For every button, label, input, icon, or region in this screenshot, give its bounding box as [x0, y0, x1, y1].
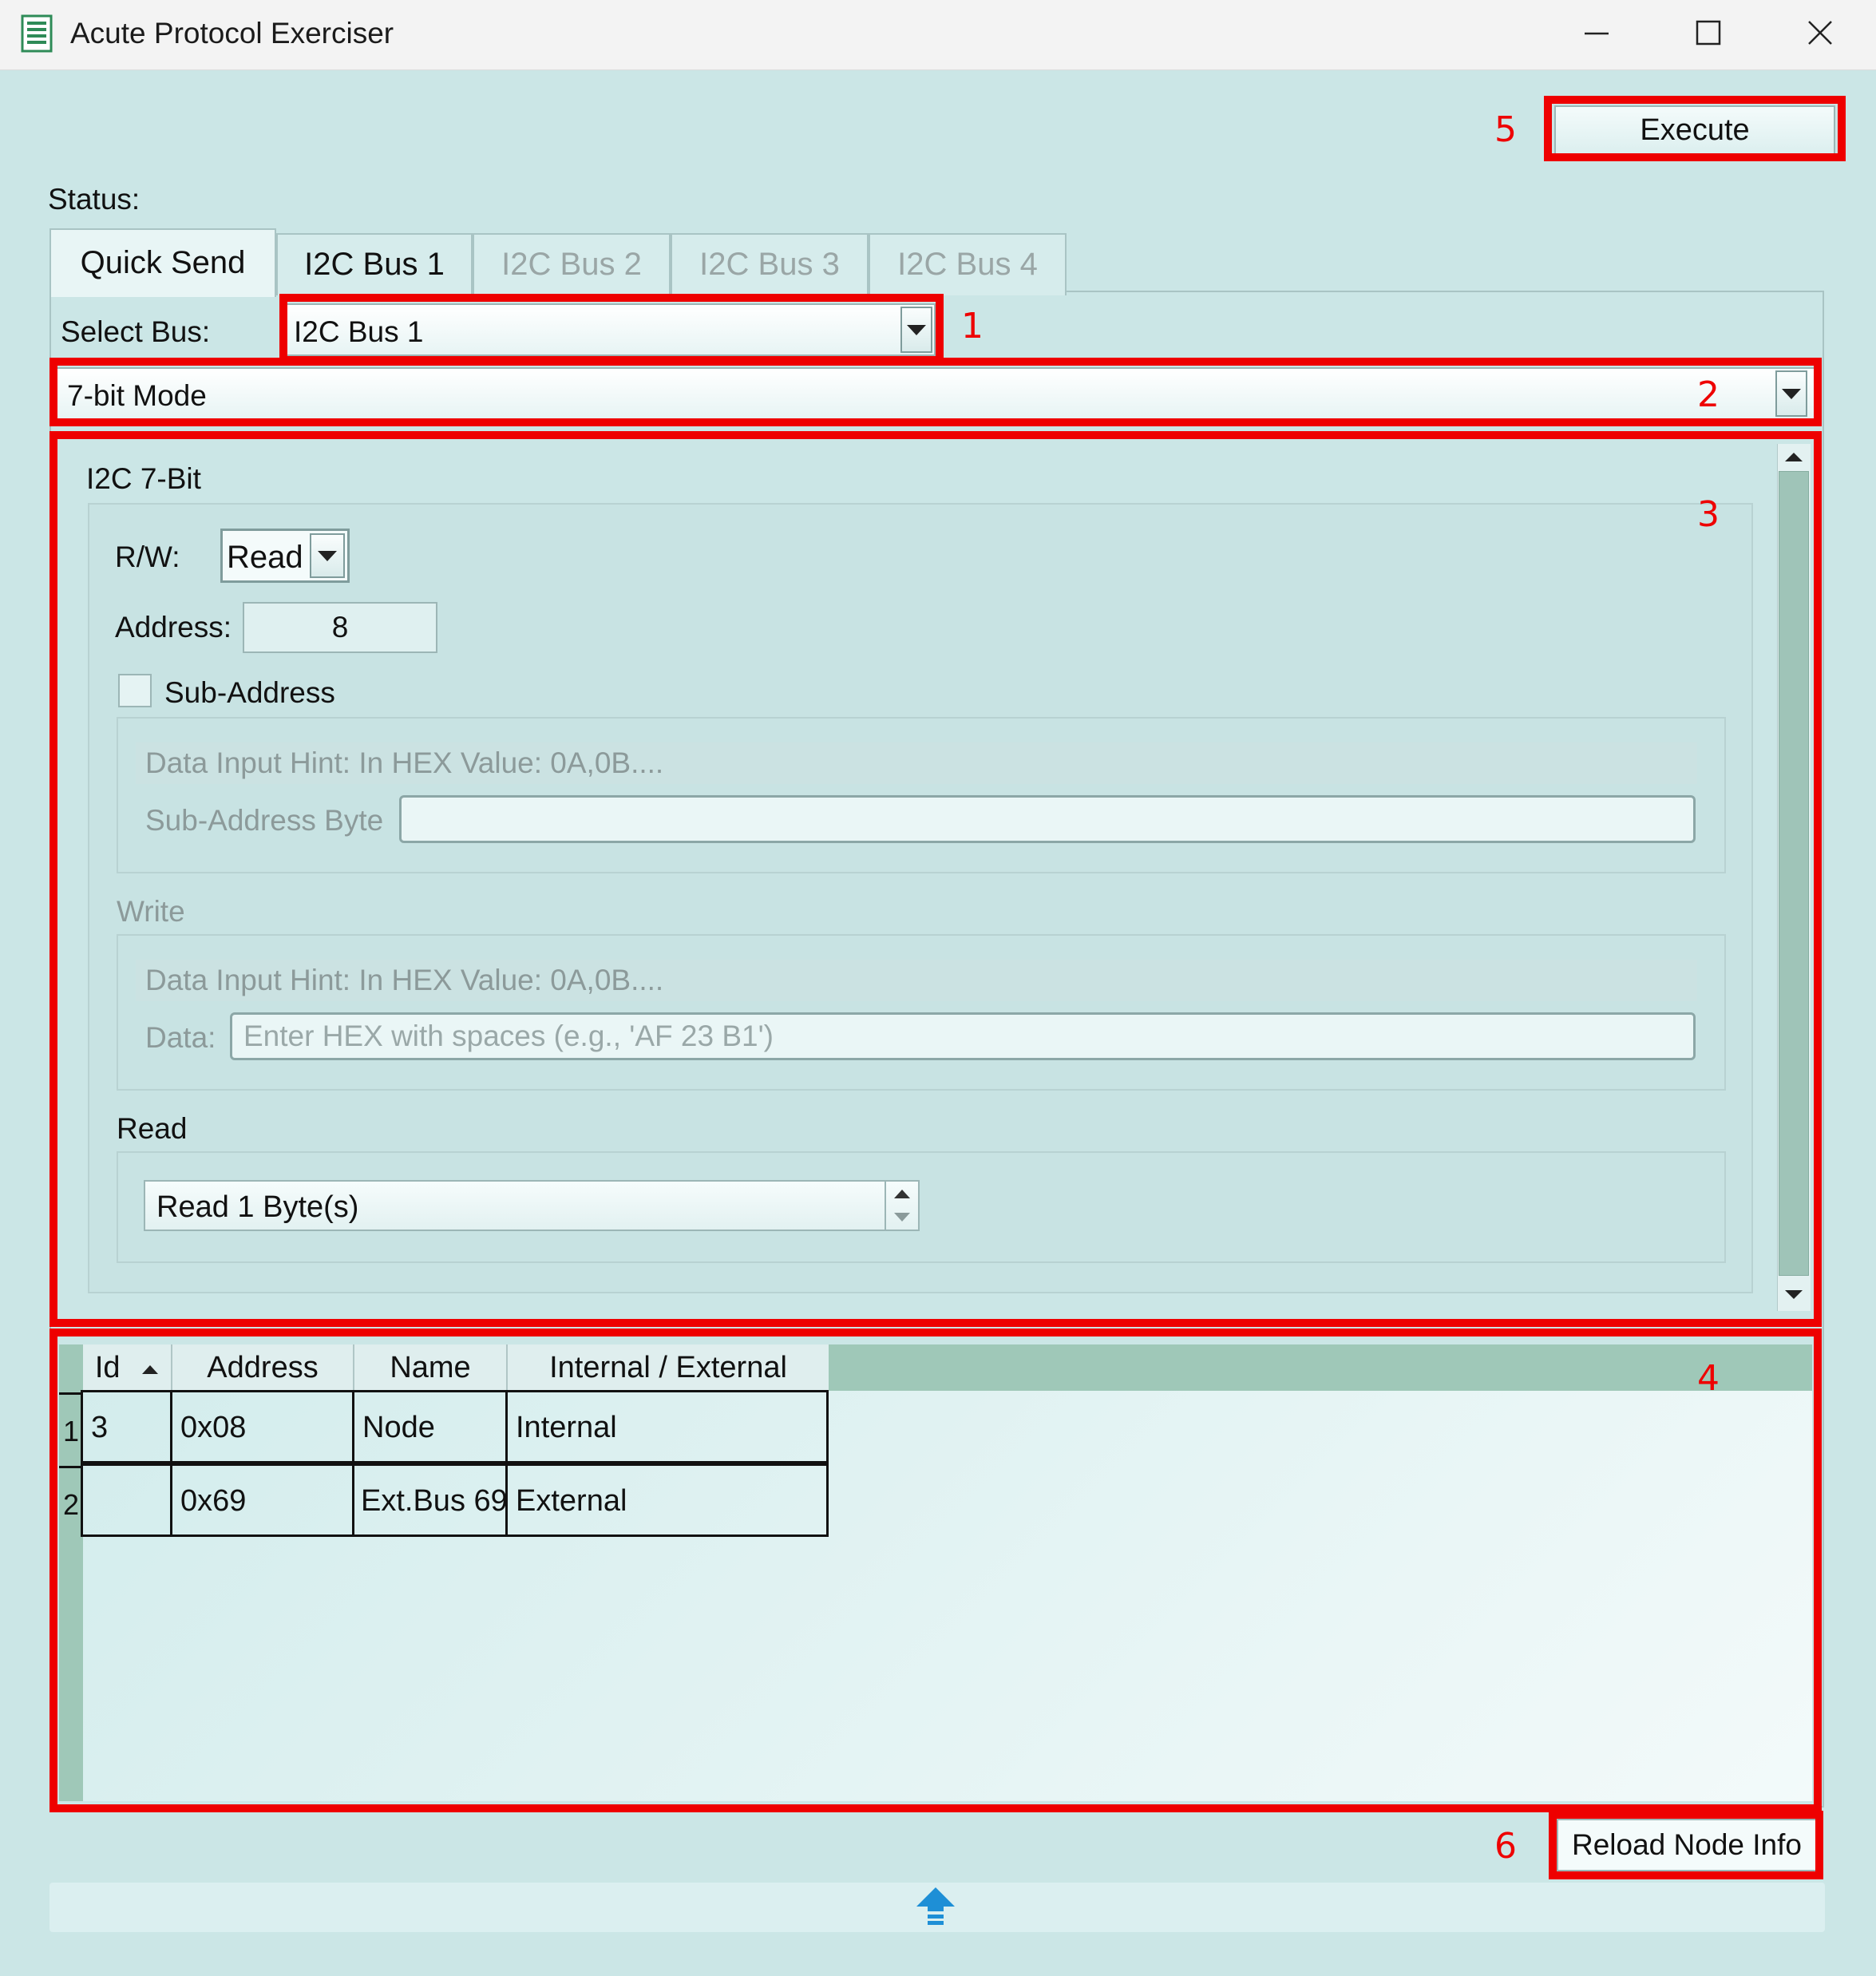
row-header[interactable]: 2	[59, 1466, 83, 1539]
sub-address-byte-input[interactable]	[399, 795, 1696, 843]
close-icon	[1808, 21, 1832, 45]
mode-select-value: 7-bit Mode	[67, 379, 207, 412]
sub-address-label: Sub-Address	[164, 676, 335, 709]
column-header-id[interactable]: Id	[83, 1344, 172, 1391]
sub-address-checkbox[interactable]	[118, 674, 152, 707]
execute-button[interactable]: Execute	[1554, 105, 1835, 155]
column-header-label: Id	[94, 1351, 121, 1384]
scroll-up-button[interactable]	[1779, 444, 1809, 469]
table-cell-type[interactable]: External	[505, 1463, 829, 1537]
table-cell-type[interactable]: Internal	[505, 1390, 829, 1463]
upload-arrow-icon[interactable]	[913, 1884, 958, 1929]
read-label: Read	[117, 1112, 188, 1145]
tab-i2c-bus-3[interactable]: I2C Bus 3	[671, 233, 869, 295]
chevron-up-icon[interactable]	[892, 1188, 912, 1199]
minimize-button[interactable]	[1553, 0, 1641, 65]
table-cell-address[interactable]: 0x08	[170, 1390, 354, 1463]
sort-ascending-icon	[142, 1364, 159, 1374]
chevron-down-icon	[318, 551, 337, 561]
document-list-icon	[21, 14, 53, 53]
chevron-down-icon	[1782, 389, 1801, 399]
tab-i2c-bus-1[interactable]: I2C Bus 1	[276, 233, 473, 295]
mode-select[interactable]	[56, 367, 1819, 420]
annotation-number-6: 6	[1494, 1826, 1517, 1867]
table-cell-id[interactable]: 3	[81, 1390, 172, 1463]
rw-dropdown-button[interactable]	[310, 533, 345, 578]
group-title: I2C 7-Bit	[86, 462, 201, 495]
minimize-icon	[1585, 32, 1609, 35]
column-header-internal-external[interactable]: Internal / External	[508, 1344, 829, 1391]
annotation-number-1: 1	[961, 306, 984, 346]
close-button[interactable]	[1776, 0, 1864, 65]
tab-i2c-bus-2[interactable]: I2C Bus 2	[473, 233, 671, 295]
chevron-down-icon	[1785, 1290, 1803, 1299]
annotation-number-3: 3	[1697, 494, 1720, 535]
bus-select-value: I2C Bus 1	[294, 315, 424, 348]
rw-select-value: Read	[227, 540, 303, 575]
bus-dropdown-button[interactable]	[900, 307, 932, 353]
window-title: Acute Protocol Exerciser	[70, 17, 394, 49]
status-label: Status:	[48, 183, 141, 216]
write-hint: Data Input Hint: In HEX Value: 0A,0B....	[145, 964, 664, 996]
sub-address-hint: Data Input Hint: In HEX Value: 0A,0B....	[145, 746, 664, 779]
address-input[interactable]: 8	[243, 602, 437, 653]
annotation-number-2: 2	[1697, 374, 1720, 415]
maximize-button[interactable]	[1664, 0, 1752, 65]
chevron-up-icon	[1785, 453, 1803, 461]
read-count-stepper[interactable]	[885, 1182, 918, 1230]
row-header[interactable]: 1	[59, 1392, 83, 1466]
maximize-icon	[1696, 20, 1721, 46]
annotation-number-5: 5	[1494, 109, 1517, 150]
table-cell-name[interactable]: Node	[352, 1390, 508, 1463]
chevron-down-icon	[907, 325, 926, 335]
read-count-value: Read 1 Byte(s)	[156, 1190, 359, 1224]
address-label: Address:	[115, 611, 232, 643]
reload-node-info-button[interactable]: Reload Node Info	[1557, 1819, 1817, 1871]
scroll-down-button[interactable]	[1779, 1281, 1809, 1309]
select-bus-label: Select Bus:	[61, 315, 211, 348]
chevron-down-icon[interactable]	[892, 1212, 912, 1223]
table-cell-address[interactable]: 0x69	[170, 1463, 354, 1537]
mode-dropdown-button[interactable]	[1775, 370, 1807, 417]
data-input[interactable]: Enter HEX with spaces (e.g., 'AF 23 B1')	[230, 1012, 1696, 1060]
column-header-name[interactable]: Name	[354, 1344, 508, 1391]
data-label: Data:	[145, 1021, 216, 1054]
annotation-number-4: 4	[1697, 1358, 1720, 1399]
tab-i2c-bus-4[interactable]: I2C Bus 4	[869, 233, 1067, 295]
write-label: Write	[117, 895, 185, 928]
column-header-address[interactable]: Address	[172, 1344, 354, 1391]
scrollbar-thumb[interactable]	[1779, 471, 1809, 1276]
table-cell-id[interactable]	[81, 1463, 172, 1537]
rw-label: R/W:	[115, 541, 180, 573]
table-cell-name[interactable]: Ext.Bus 69	[352, 1463, 508, 1537]
sub-address-byte-label: Sub-Address Byte	[145, 804, 384, 837]
tab-quick-send[interactable]: Quick Send	[49, 228, 276, 297]
